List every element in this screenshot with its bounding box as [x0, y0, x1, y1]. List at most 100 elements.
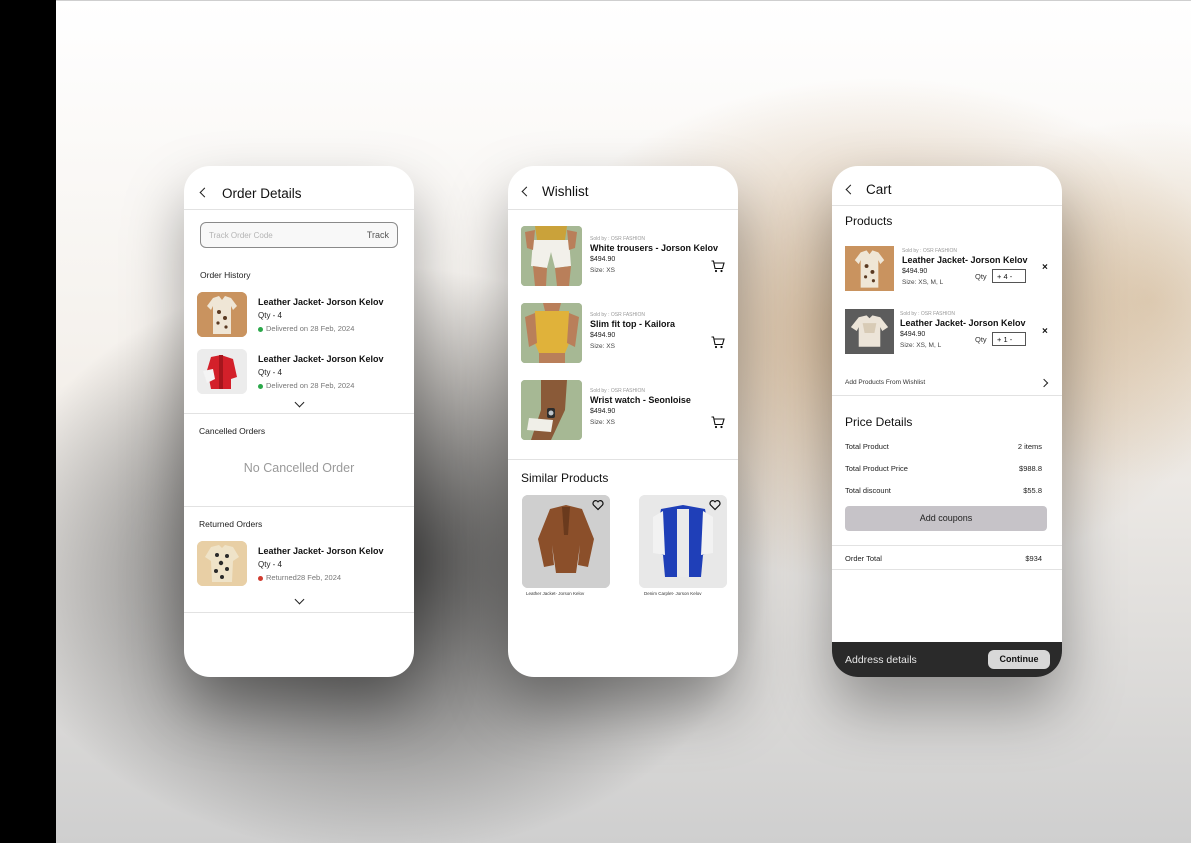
section-divider	[832, 545, 1062, 546]
price-row-value: $988.8	[1019, 464, 1042, 473]
wishlist-item-2-price: $494.90	[590, 332, 616, 339]
heart-icon[interactable]	[592, 499, 604, 511]
price-row-value: $55.8	[1023, 486, 1042, 495]
left-black-bar	[0, 0, 56, 843]
track-order-field[interactable]: Track Order Code Track	[200, 222, 398, 248]
order-details-screen: Order Details Track Order Code Track Ord…	[184, 166, 414, 677]
price-row-label: Total Product	[845, 442, 889, 451]
cart-item-2-size: Size: XS, M, L	[900, 342, 942, 349]
order-total-value: $934	[1025, 554, 1042, 563]
order-thumbnail-1[interactable]	[197, 292, 247, 337]
wishlist-item-3-name: Wrist watch - Seonloise	[590, 395, 691, 405]
products-label: Products	[845, 214, 893, 228]
wishlist-item-3-seller: Sold by : OSR FASHION	[590, 388, 646, 394]
order-thumbnail-2[interactable]	[197, 349, 247, 394]
add-coupons-button[interactable]: Add coupons	[845, 506, 1047, 531]
similar-product-1-caption: Leather Jacket- Jorson Kelov	[526, 591, 585, 596]
cart-item-2-qty-stepper[interactable]: + 1 -	[992, 332, 1026, 346]
watch-image	[521, 380, 582, 440]
wishlist-item-2-seller: Sold by : OSR FASHION	[590, 312, 646, 318]
page-title: Order Details	[222, 186, 302, 201]
back-arrow-icon[interactable]	[521, 186, 532, 197]
order-2-name: Leather Jacket- Jorson Kelov	[258, 354, 384, 364]
cart-item-2-name: Leather Jacket- Jorson Kelov	[900, 318, 1026, 328]
price-row-total-product: Total Product 2 items	[845, 442, 1042, 451]
price-row-label: Total discount	[845, 486, 891, 495]
wishlist-item-1-size: Size: XS	[590, 267, 615, 274]
wishlist-item-1-name: White trousers - Jorson Kelov	[590, 243, 719, 253]
price-row-label: Total Product Price	[845, 464, 908, 473]
similar-product-1-card[interactable]	[522, 495, 610, 588]
wishlist-item-3-size: Size: XS	[590, 419, 615, 426]
page-title: Wishlist	[542, 184, 589, 199]
cart-item-1-qty-label: Qty	[975, 272, 987, 281]
add-to-cart-icon[interactable]	[711, 260, 725, 273]
cart-screen: Cart Products Sold by : OSR FASHION Leat…	[832, 166, 1062, 677]
add-from-wishlist-link[interactable]: Add Products From Wishlist	[845, 379, 925, 386]
order-2-status-text: Delivered on 28 Feb, 2024	[266, 381, 355, 390]
wishlist-screen: Wishlist Sold by : OSR FASHION White tro…	[508, 166, 738, 677]
jacket-image	[197, 349, 247, 394]
cart-header: Cart	[832, 166, 1062, 206]
back-arrow-icon[interactable]	[845, 184, 856, 195]
returned-1-name: Leather Jacket- Jorson Kelov	[258, 546, 384, 556]
shirt-image	[197, 292, 247, 337]
order-2-qty: Qty - 4	[258, 368, 283, 377]
address-details-label[interactable]: Address details	[845, 654, 917, 666]
wishlist-item-2-size: Size: XS	[590, 343, 615, 350]
cancelled-orders-label: Cancelled Orders	[199, 426, 266, 436]
trousers-image	[521, 226, 582, 286]
order-1-name: Leather Jacket- Jorson Kelov	[258, 297, 384, 307]
track-button[interactable]: Track	[367, 230, 389, 240]
remove-item-1-icon[interactable]: ×	[1042, 262, 1048, 273]
order-total-row: Order Total $934	[845, 554, 1042, 563]
cart-item-1-image[interactable]	[845, 246, 894, 291]
returned-thumbnail-1[interactable]	[197, 541, 247, 586]
track-order-input[interactable]: Track Order Code	[209, 231, 273, 240]
continue-button[interactable]: Continue	[988, 650, 1050, 669]
price-row-total-price: Total Product Price $988.8	[845, 464, 1042, 473]
order-1-qty: Qty - 4	[258, 311, 283, 320]
heart-icon[interactable]	[709, 499, 721, 511]
wishlist-item-3-price: $494.90	[590, 408, 616, 415]
order-2-status: Delivered on 28 Feb, 2024	[258, 381, 354, 390]
cart-footer: Address details Continue	[832, 642, 1062, 677]
add-to-cart-icon[interactable]	[711, 416, 725, 429]
shirt-image	[845, 246, 894, 291]
remove-item-2-icon[interactable]: ×	[1042, 326, 1048, 337]
add-to-cart-icon[interactable]	[711, 336, 725, 349]
wishlist-header: Wishlist	[508, 166, 738, 210]
returned-1-status: Returned28 Feb, 2024	[258, 573, 341, 582]
wishlist-item-3-image[interactable]	[521, 380, 582, 440]
section-divider	[508, 459, 738, 460]
cart-item-1-name: Leather Jacket- Jorson Kelov	[902, 255, 1028, 265]
top-border	[56, 0, 1191, 1]
section-divider	[184, 413, 414, 414]
chevron-right-icon[interactable]	[1039, 378, 1049, 388]
no-cancelled-message: No Cancelled Order	[243, 461, 355, 475]
delivered-dot-icon	[258, 326, 263, 332]
top-image	[521, 303, 582, 363]
order-1-status: Delivered on 28 Feb, 2024	[258, 324, 354, 333]
order-1-status-text: Delivered on 28 Feb, 2024	[266, 324, 355, 333]
page-title: Cart	[866, 182, 892, 197]
back-arrow-icon[interactable]	[199, 187, 210, 198]
cart-item-2-seller: Sold by : OSR FASHION	[900, 311, 956, 317]
cart-item-1-price: $494.90	[902, 268, 928, 275]
section-divider	[184, 612, 414, 613]
wishlist-item-1-image[interactable]	[521, 226, 582, 286]
cart-item-2-price: $494.90	[900, 331, 926, 338]
returned-orders-label: Returned Orders	[199, 519, 263, 529]
expand-history-chevron-icon[interactable]	[294, 397, 305, 408]
similar-products-title: Similar Products	[521, 471, 609, 485]
expand-returned-chevron-icon[interactable]	[294, 594, 305, 605]
order-total-label: Order Total	[845, 554, 882, 563]
wishlist-item-1-price: $494.90	[590, 256, 616, 263]
blouse-image	[845, 309, 894, 354]
section-divider	[832, 395, 1062, 396]
similar-product-2-card[interactable]	[639, 495, 727, 588]
delivered-dot-icon	[258, 383, 263, 389]
cart-item-1-qty-stepper[interactable]: + 4 -	[992, 269, 1026, 283]
cart-item-2-image[interactable]	[845, 309, 894, 354]
wishlist-item-2-image[interactable]	[521, 303, 582, 363]
